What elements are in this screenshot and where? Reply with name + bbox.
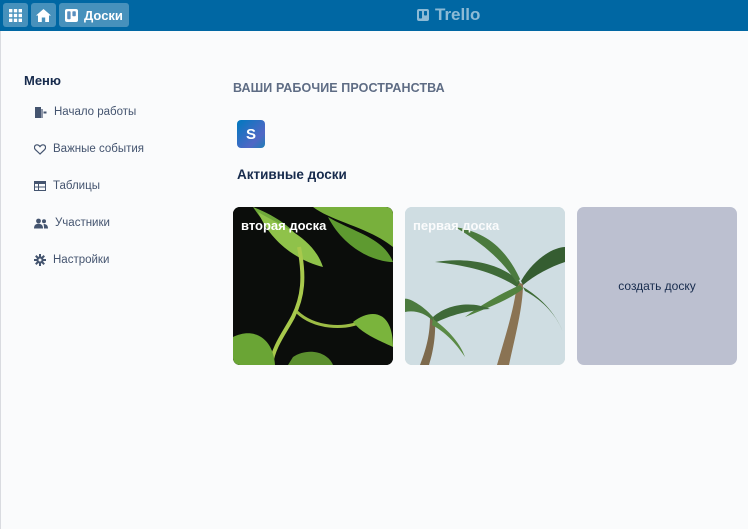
active-boards-title: Активные доски (237, 167, 347, 182)
apps-menu-button[interactable] (3, 3, 28, 27)
menu-title: Меню (24, 73, 62, 88)
board-tile-first[interactable]: первая доска (405, 207, 565, 365)
boards-button[interactable]: Доски (59, 3, 129, 27)
board-icon (65, 8, 78, 22)
getting-started-icon (35, 106, 47, 118)
menu-item-label: Участники (55, 217, 110, 229)
menu-item-highlights[interactable]: Важные события (34, 140, 144, 158)
home-icon (36, 8, 51, 22)
grid-icon (9, 8, 22, 22)
home-button[interactable] (31, 3, 56, 27)
members-icon (34, 218, 48, 228)
board-tile-second[interactable]: вторая доска (233, 207, 393, 365)
heart-icon (34, 143, 46, 155)
board-title: первая доска (413, 218, 500, 233)
menu-item-label: Таблицы (53, 180, 100, 192)
create-board-label: создать доску (618, 279, 696, 293)
boards-button-label: Доски (84, 7, 123, 23)
create-board-tile[interactable]: создать доску (577, 207, 737, 365)
menu-item-label: Важные события (53, 143, 145, 155)
left-border (0, 31, 1, 529)
trello-logo[interactable]: Trello (417, 5, 480, 25)
workspace-avatar[interactable]: S (237, 120, 265, 148)
trello-logo-icon (417, 9, 429, 21)
top-navigation-bar: Доски Trello (0, 0, 748, 31)
menu-item-getting-started[interactable]: Начало работы (34, 103, 136, 121)
menu-item-label: Начало работы (54, 106, 137, 118)
logo-text: Trello (435, 5, 481, 24)
workspaces-heading: ВАШИ РАБОЧИЕ ПРОСТРАНСТВА (233, 81, 445, 95)
table-icon (34, 181, 46, 191)
menu-item-members[interactable]: Участники (34, 214, 110, 232)
menu-item-tables[interactable]: Таблицы (34, 177, 100, 195)
board-title: вторая доска (241, 218, 327, 233)
menu-item-label: Настройки (53, 254, 110, 266)
gear-icon (34, 254, 46, 266)
menu-item-settings[interactable]: Настройки (34, 251, 109, 269)
